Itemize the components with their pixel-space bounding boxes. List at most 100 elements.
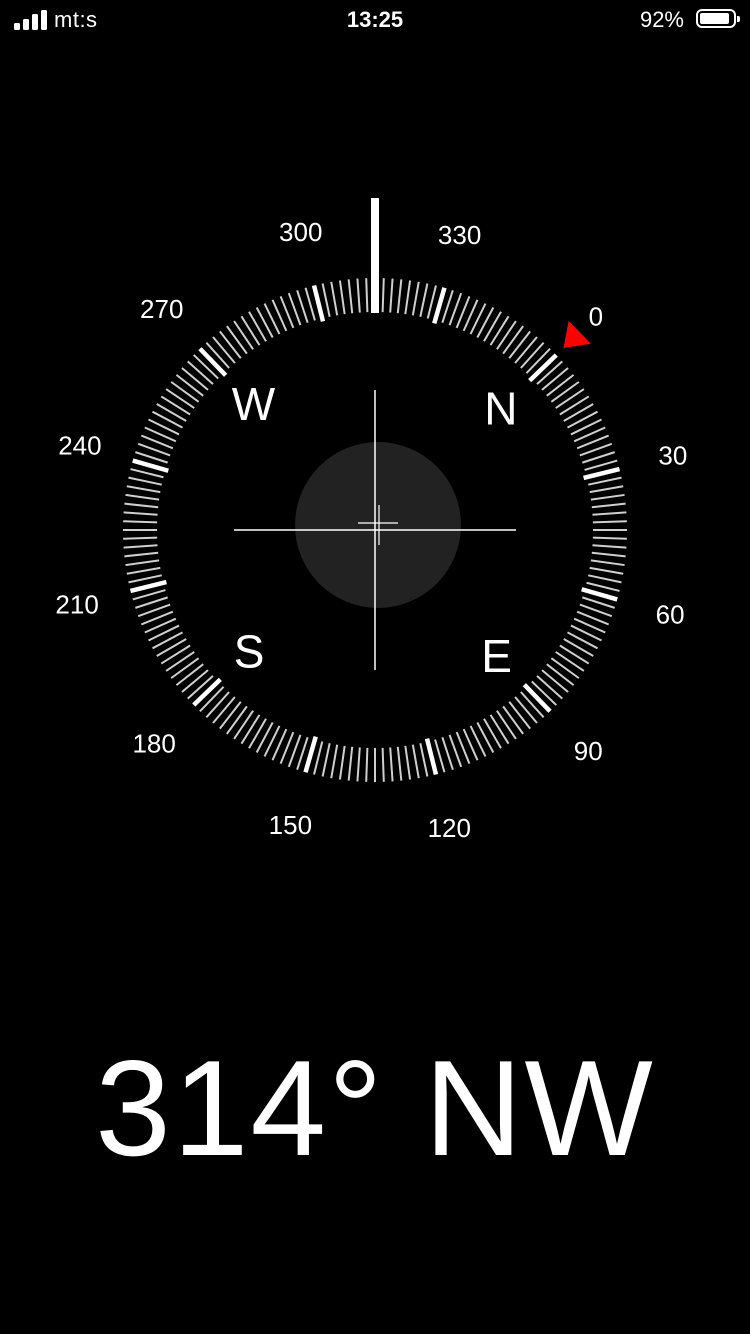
minor-tick bbox=[165, 388, 195, 409]
degree-label: 210 bbox=[55, 589, 98, 619]
major-tick bbox=[583, 466, 621, 481]
minor-tick bbox=[584, 459, 618, 471]
minor-tick bbox=[160, 644, 191, 665]
level-bubble bbox=[295, 442, 461, 608]
minor-tick bbox=[330, 281, 339, 316]
minor-tick bbox=[590, 559, 625, 567]
minor-tick bbox=[125, 493, 160, 501]
degree-label: 30 bbox=[658, 441, 687, 471]
minor-tick bbox=[255, 722, 274, 753]
minor-tick bbox=[165, 651, 195, 672]
degree-label: 90 bbox=[574, 736, 603, 766]
major-tick bbox=[198, 347, 228, 377]
minor-tick bbox=[381, 747, 385, 782]
minor-tick bbox=[426, 285, 437, 319]
minor-tick bbox=[125, 559, 160, 567]
minor-tick bbox=[389, 278, 394, 313]
minor-tick bbox=[128, 574, 162, 584]
minor-tick bbox=[563, 403, 594, 422]
minor-tick bbox=[123, 536, 158, 540]
degree-label: 270 bbox=[140, 294, 183, 324]
minor-tick bbox=[541, 669, 569, 693]
minor-tick bbox=[592, 520, 627, 524]
minor-tick bbox=[338, 745, 346, 780]
minor-tick bbox=[356, 747, 361, 782]
minor-tick bbox=[156, 403, 187, 422]
minor-tick bbox=[123, 520, 158, 524]
minor-tick bbox=[219, 701, 242, 730]
minor-tick bbox=[559, 395, 590, 416]
minor-tick bbox=[419, 743, 429, 777]
minor-tick bbox=[219, 330, 242, 359]
minor-tick bbox=[476, 307, 495, 338]
major-tick bbox=[528, 353, 558, 383]
minor-tick bbox=[347, 746, 354, 781]
minor-tick bbox=[589, 566, 624, 575]
minor-tick bbox=[347, 279, 354, 314]
minor-tick bbox=[419, 283, 429, 317]
minor-tick bbox=[586, 581, 620, 592]
minor-tick bbox=[160, 395, 191, 416]
minor-tick bbox=[338, 280, 346, 315]
major-tick bbox=[522, 683, 552, 713]
minor-tick bbox=[567, 631, 598, 650]
major-tick bbox=[192, 677, 222, 707]
degree-label: 300 bbox=[279, 217, 322, 247]
minor-tick bbox=[240, 315, 261, 346]
minor-tick bbox=[588, 476, 622, 486]
compass-dial[interactable]: N E S W 0 30 60 90 120 150 180 210 240 270 300 330 bbox=[0, 0, 750, 900]
minor-tick bbox=[124, 551, 159, 558]
minor-tick bbox=[591, 551, 626, 558]
minor-tick bbox=[365, 747, 369, 782]
target-marker-triangle bbox=[563, 320, 591, 348]
minor-tick bbox=[590, 493, 625, 501]
minor-tick bbox=[520, 342, 545, 369]
minor-tick bbox=[559, 644, 590, 665]
minor-tick bbox=[476, 722, 495, 753]
minor-tick bbox=[126, 485, 161, 494]
minor-tick bbox=[411, 744, 420, 779]
minor-tick bbox=[170, 381, 200, 403]
minor-tick bbox=[248, 718, 267, 749]
minor-tick bbox=[536, 675, 563, 700]
minor-tick bbox=[546, 663, 575, 686]
minor-tick bbox=[489, 315, 510, 346]
minor-tick bbox=[175, 663, 204, 686]
minor-tick bbox=[381, 278, 385, 313]
minor-tick bbox=[404, 280, 412, 315]
minor-tick bbox=[255, 307, 274, 338]
minor-tick bbox=[588, 574, 622, 584]
minor-tick bbox=[123, 511, 158, 516]
minor-tick bbox=[411, 281, 420, 316]
minor-tick bbox=[356, 278, 361, 313]
degree-label: 60 bbox=[656, 600, 685, 630]
minor-tick bbox=[502, 325, 524, 355]
minor-tick bbox=[212, 696, 236, 724]
cardinal-S: S bbox=[234, 626, 265, 678]
minor-tick bbox=[396, 746, 403, 781]
minor-tick bbox=[123, 544, 158, 549]
minor-tick bbox=[502, 705, 524, 735]
minor-tick bbox=[181, 669, 209, 693]
minor-tick bbox=[248, 311, 267, 342]
heading-indicator bbox=[371, 198, 379, 313]
minor-tick bbox=[541, 367, 569, 391]
minor-tick bbox=[313, 741, 324, 775]
minor-tick bbox=[592, 511, 627, 516]
minor-tick bbox=[304, 287, 316, 321]
minor-tick bbox=[365, 278, 369, 313]
minor-tick bbox=[483, 718, 502, 749]
major-tick bbox=[311, 284, 326, 322]
minor-tick bbox=[187, 360, 214, 385]
minor-tick bbox=[126, 566, 161, 575]
degree-label: 0 bbox=[589, 302, 603, 332]
minor-tick bbox=[152, 631, 183, 650]
minor-tick bbox=[550, 381, 580, 403]
minor-tick bbox=[240, 714, 261, 745]
degree-label: 150 bbox=[269, 810, 312, 840]
minor-tick bbox=[592, 544, 627, 549]
minor-tick bbox=[555, 651, 585, 672]
minor-tick bbox=[152, 410, 183, 429]
minor-tick bbox=[396, 279, 403, 314]
minor-tick bbox=[226, 705, 248, 735]
